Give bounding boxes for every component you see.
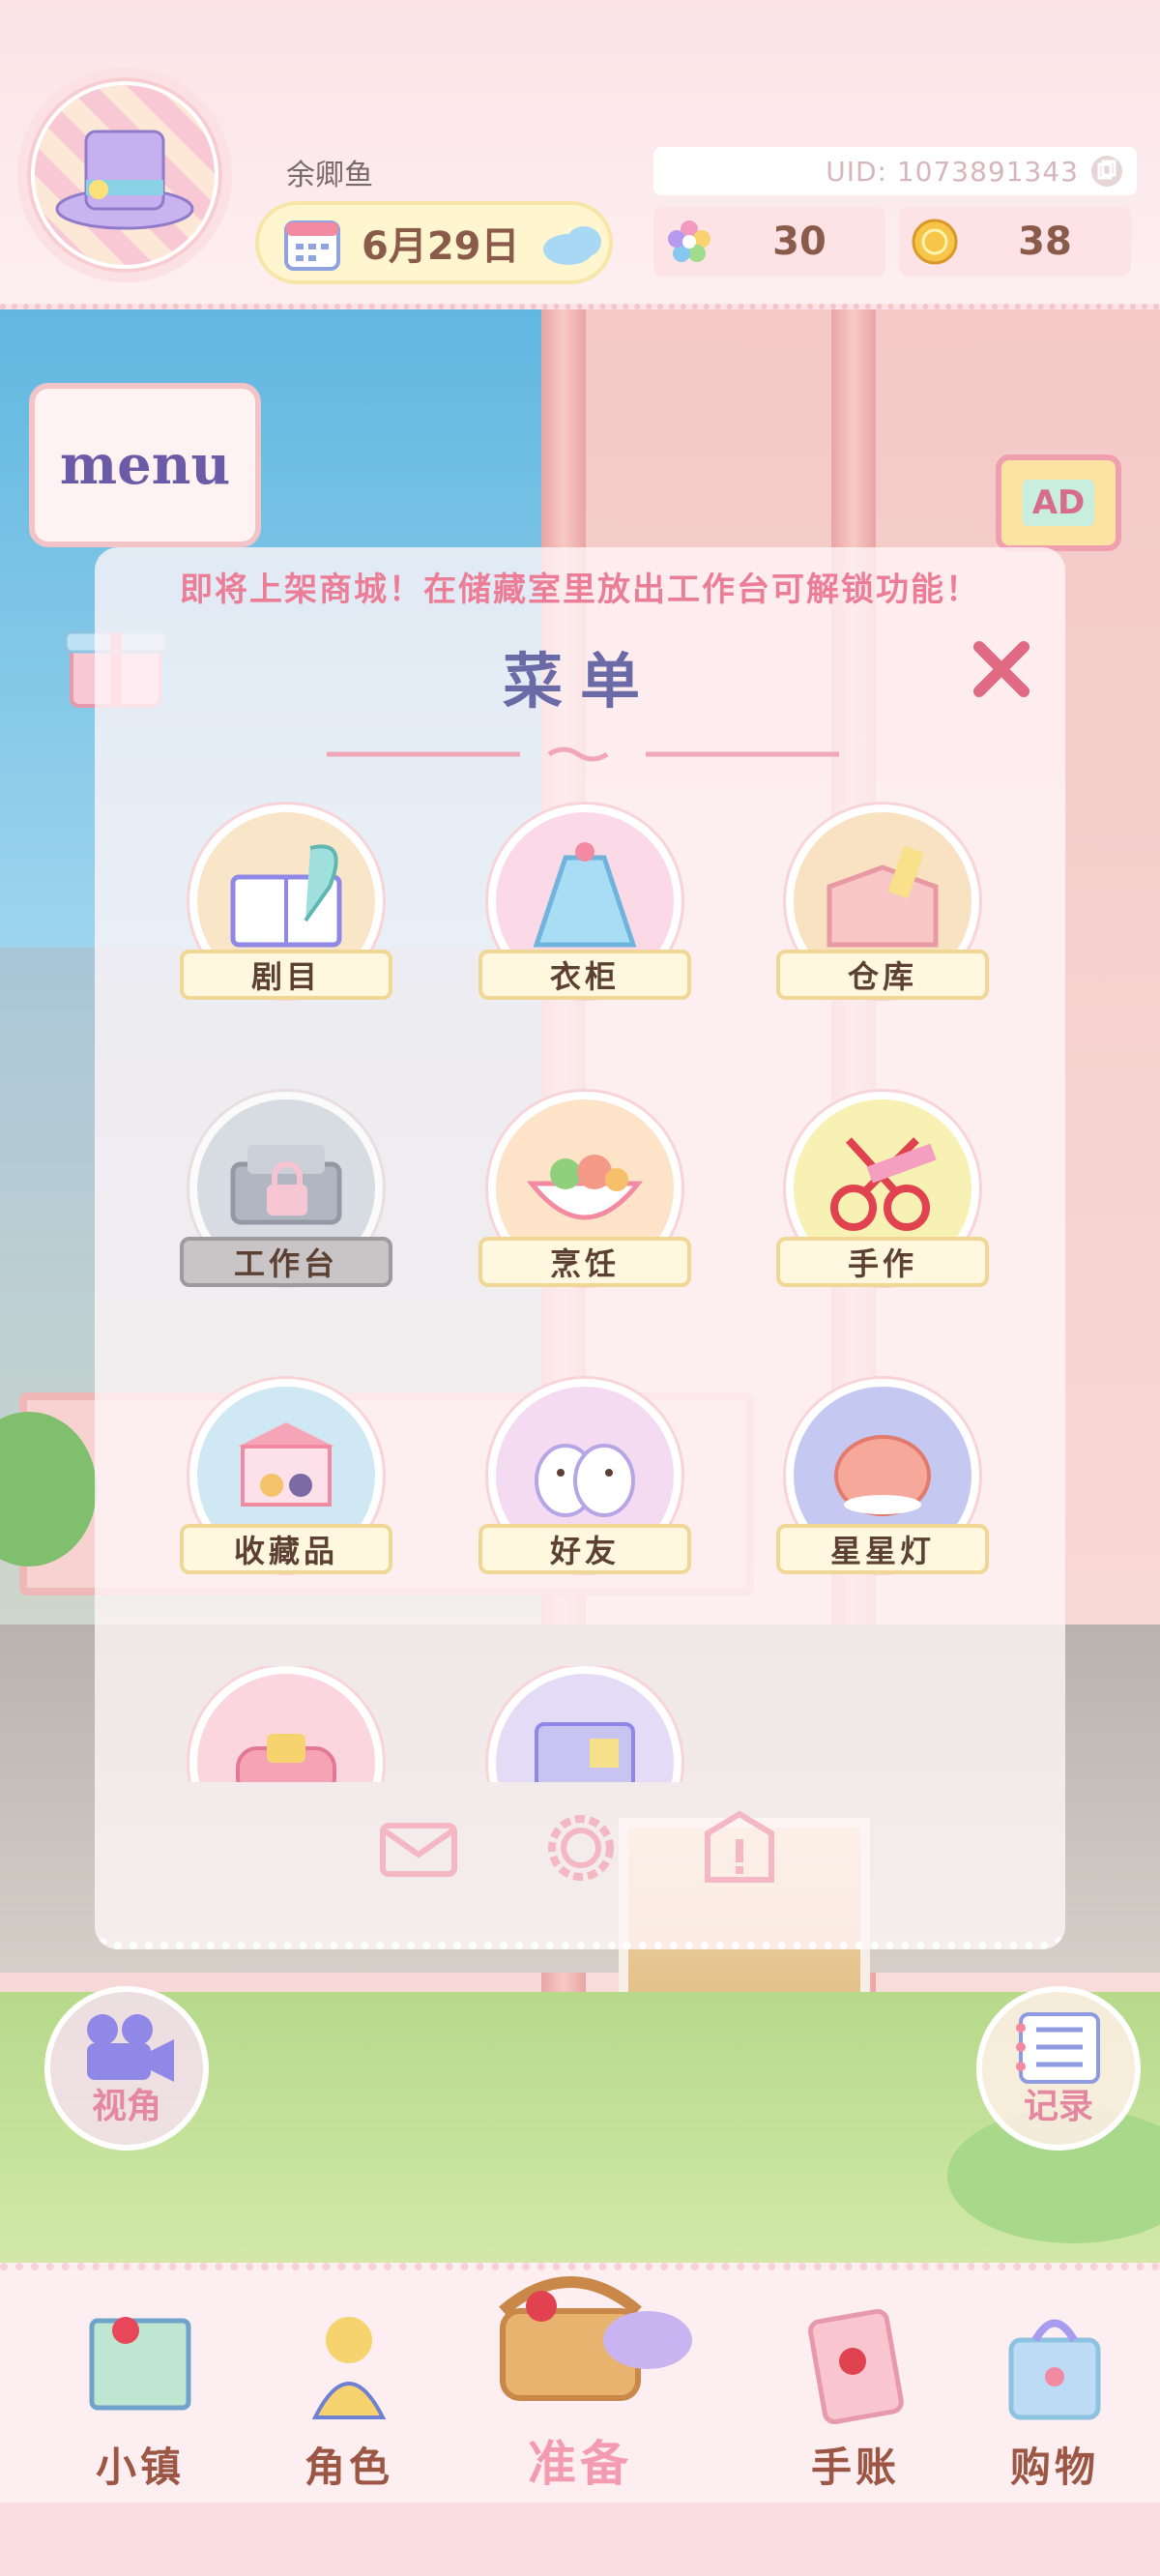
menu-item[interactable]: 星星灯 bbox=[776, 1379, 989, 1592]
close-button[interactable] bbox=[963, 630, 1040, 708]
menu-book-button[interactable]: menu bbox=[29, 383, 261, 547]
settings-gear-icon bbox=[548, 1815, 614, 1881]
nav-tab[interactable]: 准备 bbox=[435, 2205, 725, 2495]
menu-item[interactable]: 仓库 bbox=[776, 805, 989, 1017]
uid-text: UID: 1073891343 bbox=[826, 155, 1079, 188]
town-map-icon bbox=[77, 2301, 203, 2427]
ad-button[interactable]: AD bbox=[996, 454, 1121, 551]
cloudy-weather-icon bbox=[542, 226, 601, 265]
copy-icon[interactable] bbox=[1090, 155, 1123, 188]
date-text: 6月29日 bbox=[362, 224, 520, 269]
camera-view-button[interactable]: 视角 bbox=[44, 1986, 209, 2151]
nav-tab-label: 手账 bbox=[810, 2444, 900, 2491]
menu-item-label: 好友 bbox=[478, 1524, 691, 1574]
menu-item[interactable]: 好友 bbox=[478, 1379, 691, 1592]
menu-item-label: 星星灯 bbox=[776, 1524, 989, 1574]
close-icon bbox=[973, 641, 1030, 697]
menu-item-label: 收藏品 bbox=[180, 1524, 392, 1574]
star-currency[interactable]: 30 bbox=[653, 207, 885, 277]
nav-tab-label: 购物 bbox=[1009, 2444, 1099, 2491]
title-divider bbox=[327, 746, 839, 762]
character-icon bbox=[286, 2301, 412, 2427]
lock-icon bbox=[261, 1159, 313, 1217]
picnic-basket-icon bbox=[499, 2276, 692, 2401]
nav-tab[interactable]: 购物 bbox=[982, 2301, 1127, 2495]
coin-currency[interactable]: 38 bbox=[899, 207, 1131, 277]
mail-icon bbox=[380, 1823, 457, 1877]
unlock-notice: 即将上架商城！在储藏室里放出工作台可解锁功能！ bbox=[180, 571, 980, 609]
menu-item[interactable] bbox=[478, 1666, 691, 1782]
nav-tab-label: 角色 bbox=[304, 2444, 393, 2491]
menu-item[interactable]: 收藏品 bbox=[180, 1379, 392, 1592]
top-header: 余卿鱼 6月29日 UID: 1073891343 30 38 bbox=[0, 0, 1160, 309]
gold-coin-icon bbox=[911, 218, 959, 266]
notebook-list-icon bbox=[1016, 2012, 1100, 2084]
bottom-strip bbox=[0, 2503, 1160, 2576]
notebook-icon bbox=[488, 1666, 682, 1782]
mail-button[interactable] bbox=[375, 1804, 462, 1891]
player-name: 余卿鱼 bbox=[286, 159, 373, 192]
camera-view-label: 视角 bbox=[91, 2087, 161, 2126]
ad-label: AD bbox=[1022, 480, 1095, 526]
menu-item-label: 剧目 bbox=[180, 950, 392, 1000]
nav-tab-label: 准备 bbox=[528, 2436, 632, 2492]
star-currency-value: 30 bbox=[772, 220, 826, 264]
report-button[interactable] bbox=[696, 1804, 783, 1891]
menu-title: 菜单 bbox=[502, 646, 657, 717]
menu-item[interactable]: 烹饪 bbox=[478, 1092, 691, 1304]
uid-bar: UID: 1073891343 bbox=[653, 147, 1137, 195]
video-camera-icon bbox=[87, 2014, 174, 2082]
settings-button[interactable] bbox=[537, 1804, 624, 1891]
menu-item-label: 工作台 bbox=[180, 1237, 392, 1287]
coin-currency-value: 38 bbox=[1018, 220, 1072, 264]
menu-item-label: 仓库 bbox=[776, 950, 989, 1000]
avatar-top-hat-icon bbox=[35, 85, 215, 265]
menu-item[interactable]: 手作 bbox=[776, 1092, 989, 1304]
menu-item[interactable]: 工作台 bbox=[180, 1092, 392, 1304]
rainbow-flower-icon bbox=[665, 218, 713, 266]
record-button[interactable]: 记录 bbox=[976, 1986, 1141, 2151]
menu-item-label: 烹饪 bbox=[478, 1237, 691, 1287]
menu-panel: 即将上架商城！在储藏室里放出工作台可解锁功能！ 菜单 剧目 衣柜 仓库工作台 烹饪 手作… bbox=[95, 547, 1065, 1949]
menu-book-label: menu bbox=[59, 433, 231, 497]
menu-item-label: 衣柜 bbox=[478, 950, 691, 1000]
avatar[interactable] bbox=[17, 68, 232, 282]
nav-tab[interactable]: 小镇 bbox=[68, 2301, 213, 2495]
journal-icon bbox=[793, 2301, 918, 2427]
menu-item-label: 手作 bbox=[776, 1237, 989, 1287]
nav-tab[interactable]: 手账 bbox=[783, 2301, 928, 2495]
date-pill[interactable]: 6月29日 bbox=[255, 201, 613, 284]
record-label: 记录 bbox=[1023, 2087, 1093, 2126]
report-icon bbox=[705, 1810, 774, 1883]
shopping-bag-icon bbox=[992, 2301, 1117, 2427]
nav-tab-label: 小镇 bbox=[95, 2444, 185, 2491]
menu-item[interactable]: 衣柜 bbox=[478, 805, 691, 1017]
calendar-icon bbox=[284, 220, 340, 271]
menu-item[interactable] bbox=[180, 1666, 392, 1782]
nav-tab[interactable]: 角色 bbox=[276, 2301, 421, 2495]
menu-item[interactable]: 剧目 bbox=[180, 805, 392, 1017]
sofa-icon bbox=[189, 1666, 383, 1782]
